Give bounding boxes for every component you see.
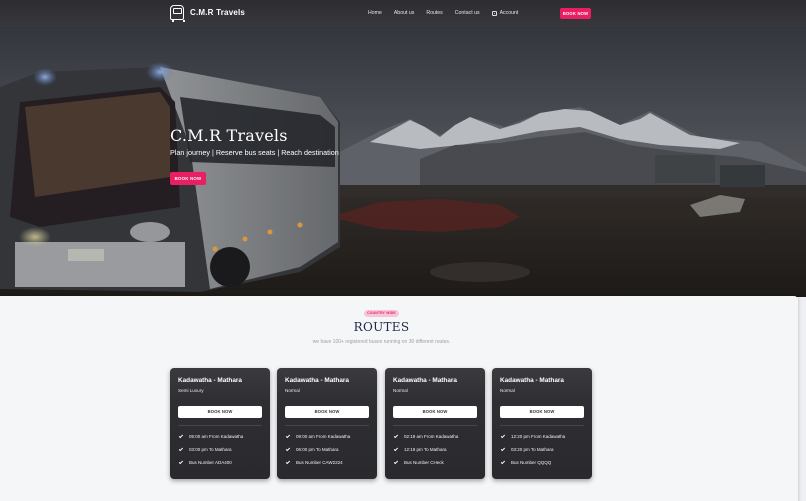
bus-icon [170,5,185,22]
check-icon [178,459,184,465]
check-icon [500,446,506,452]
card-divider [393,425,477,426]
route-book-now-button[interactable]: BOOK NOW [178,406,262,418]
route-arrive-row: 12:19 pm To Mathara [393,446,447,452]
nav-account[interactable]: Account [491,10,519,16]
route-card: Kadawatha - Mathara Semi Luxury BOOK NOW… [170,368,270,479]
card-divider [500,425,584,426]
check-icon [393,446,399,452]
route-book-now-button[interactable]: BOOK NOW [500,406,584,418]
route-card-type: Normal [285,388,300,393]
nav-link-about[interactable]: About us [394,10,414,16]
hero-book-now-button[interactable]: BOOK NOW [170,172,206,185]
route-card: Kadawatha - Mathara Normal BOOK NOW 12:2… [492,368,592,479]
nav-link-routes[interactable]: Routes [426,10,442,16]
route-arrive-row: 03:20 pm To Mathara [500,446,554,452]
route-arrive-text: 12:19 pm To Mathara [404,447,447,452]
brand-name: C.M.R Travels [190,8,246,17]
route-card-type: Semi Luxury [178,388,204,393]
route-bus-text: Bus Number QQQQ [511,460,552,465]
check-icon [500,459,506,465]
routes-subtitle: we have 100+ registered buses running on… [312,339,451,345]
route-arrive-text: 03:20 pm To Mathara [511,447,554,452]
route-bus-row: Bus Number ADA400 [178,459,232,465]
route-depart-row: 02:19 am From Kadawatha [393,433,459,439]
navbar: C.M.R Travels Home About us Routes Conta… [0,0,806,27]
route-card-title: Kadawatha - Mathara [393,377,457,384]
routes-title: ROUTES [353,320,410,334]
nav-book-now-button[interactable]: BOOK NOW [560,8,591,19]
route-arrive-text: 03:00 pm To Mathara [189,447,232,452]
check-icon [285,459,291,465]
route-depart-text: 05:00 am From Kadawatha [189,434,244,439]
route-card-title: Kadawatha - Mathara [178,377,242,384]
route-depart-row: 12:20 pm From Kadawatha [500,433,566,439]
nav-links: Home About us Routes Contact us Account [368,10,530,16]
country-wide-badge: COUNTRY WIDE [364,310,399,317]
route-card-type: Normal [393,388,408,393]
nav-link-contact[interactable]: Contact us [455,10,480,16]
route-depart-row: 09:00 am From Kadawatha [285,433,351,439]
route-card-type: Normal [500,388,515,393]
route-book-now-button[interactable]: BOOK NOW [393,406,477,418]
hero-banner: C.M.R Travels Plan journey | Reserve bus… [0,27,806,297]
route-bus-text: Bus Number CHeck [404,460,444,465]
route-bus-row: Bus Number CAW2224 [285,459,343,465]
route-depart-text: 02:19 am From Kadawatha [404,434,459,439]
nav-account-label: Account [499,10,519,16]
nav-link-home[interactable]: Home [368,10,382,16]
card-divider [285,425,369,426]
route-bus-text: Bus Number CAW2224 [296,460,343,465]
route-arrive-row: 06:00 pm To Mathara [285,446,339,452]
check-icon [285,446,291,452]
account-icon [491,10,497,16]
route-depart-row: 05:00 am From Kadawatha [178,433,244,439]
check-icon [178,433,184,439]
route-card-title: Kadawatha - Mathara [285,377,349,384]
hero-background-image [0,27,806,297]
route-depart-text: 09:00 am From Kadawatha [296,434,351,439]
hero-subtitle: Plan journey | Reserve bus seats | Reach… [170,148,339,157]
route-depart-text: 12:20 pm From Kadawatha [511,434,566,439]
route-bus-row: Bus Number QQQQ [500,459,552,465]
route-arrive-row: 03:00 pm To Mathara [178,446,232,452]
card-divider [178,425,262,426]
route-book-now-button[interactable]: BOOK NOW [285,406,369,418]
route-card-title: Kadawatha - Mathara [500,377,564,384]
check-icon [393,459,399,465]
route-card: Kadawatha - Mathara Normal BOOK NOW 02:1… [385,368,485,479]
route-arrive-text: 06:00 pm To Mathara [296,447,339,452]
brand-link[interactable]: C.M.R Travels [170,5,246,22]
hero-title: C.M.R Travels [170,126,288,145]
route-bus-row: Bus Number CHeck [393,459,444,465]
check-icon [500,433,506,439]
route-card: Kadawatha - Mathara Normal BOOK NOW 09:0… [277,368,377,479]
check-icon [393,433,399,439]
check-icon [178,446,184,452]
check-icon [285,433,291,439]
route-bus-text: Bus Number ADA400 [189,460,232,465]
